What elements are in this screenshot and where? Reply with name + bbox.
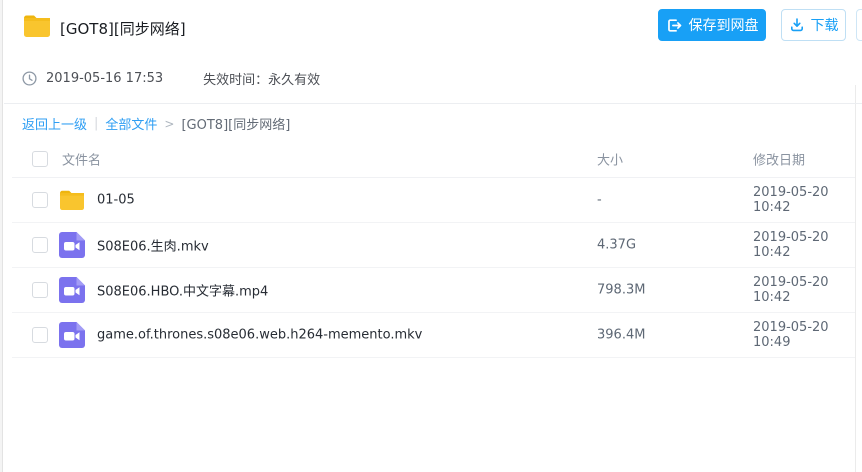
- breadcrumb-back-link[interactable]: 返回上一级: [22, 114, 87, 133]
- table-row[interactable]: S08E06.生肉.mkv 4.37G 2019-05-20 10:42: [12, 223, 855, 268]
- video-file-icon: [58, 231, 86, 259]
- save-button-label: 保存到网盘: [688, 18, 759, 34]
- video-file-icon: [58, 276, 86, 304]
- file-name[interactable]: S08E06.生肉.mkv: [97, 236, 209, 255]
- breadcrumb-all-files-link[interactable]: 全部文件: [105, 114, 157, 133]
- left-page-edge: [0, 0, 3, 472]
- row-checkbox[interactable]: [32, 327, 48, 343]
- table-row[interactable]: S08E06.HBO.中文字幕.mp4 798.3M 2019-05-20 10…: [12, 268, 855, 313]
- expiry-text: 失效时间：永久有效: [203, 73, 321, 88]
- row-checkbox[interactable]: [32, 192, 48, 208]
- file-modified: 2019-05-20 10:42: [753, 185, 829, 215]
- column-header-name: 文件名: [62, 153, 102, 168]
- file-size: -: [597, 192, 602, 208]
- breadcrumb: 返回上一级 | 全部文件 > [GOT8][同步网络]: [22, 114, 290, 133]
- folder-icon: [58, 186, 86, 214]
- cutoff-button[interactable]: [856, 9, 862, 41]
- file-name[interactable]: game.of.thrones.s08e06.web.h264-memento.…: [97, 328, 422, 343]
- share-time: 2019-05-16 17:53: [46, 71, 164, 86]
- save-to-netdisk-button[interactable]: 保存到网盘: [658, 9, 766, 41]
- panel-right-border: [855, 85, 856, 472]
- share-info-row: 2019-05-16 17:53 失效时间：永久有效: [22, 69, 320, 88]
- table-body: 01-05 - 2019-05-20 10:42 S08E06.生肉.mkv 4…: [12, 178, 855, 358]
- breadcrumb-separator: |: [94, 116, 99, 131]
- folder-icon: [22, 13, 52, 39]
- file-modified: 2019-05-20 10:49: [753, 320, 829, 350]
- download-button-label: 下载: [810, 18, 839, 34]
- file-size: 4.37G: [597, 237, 637, 253]
- video-file-icon: [58, 321, 86, 349]
- table-row[interactable]: 01-05 - 2019-05-20 10:42: [12, 178, 855, 223]
- table-row[interactable]: game.of.thrones.s08e06.web.h264-memento.…: [12, 313, 855, 358]
- file-modified: 2019-05-20 10:42: [753, 275, 829, 305]
- row-checkbox[interactable]: [32, 237, 48, 253]
- clock-icon: [22, 71, 37, 86]
- netdisk-share-page: [GOT8][同步网络] 保存到网盘 下载 2019-05-16 17:53 失…: [0, 0, 862, 472]
- file-name[interactable]: S08E06.HBO.中文字幕.mp4: [97, 281, 268, 300]
- column-header-modified: 修改日期: [753, 153, 806, 168]
- file-name[interactable]: 01-05: [97, 193, 135, 208]
- table-header-row: 文件名 大小 修改日期: [12, 140, 855, 178]
- page-title: [GOT8][同步网络]: [60, 20, 186, 38]
- select-all-checkbox[interactable]: [32, 150, 48, 167]
- file-modified: 2019-05-20 10:42: [753, 230, 829, 260]
- file-size: 396.4M: [597, 327, 646, 343]
- breadcrumb-arrow: >: [164, 116, 175, 131]
- download-icon: [789, 17, 805, 33]
- file-size: 798.3M: [597, 282, 646, 298]
- save-to-disk-icon: [666, 17, 683, 34]
- section-divider: [4, 103, 862, 104]
- row-checkbox[interactable]: [32, 282, 48, 298]
- column-header-size: 大小: [597, 153, 624, 168]
- download-button[interactable]: 下载: [781, 9, 846, 41]
- file-table: 文件名 大小 修改日期 01-05 - 2019-05-20 10:42 S08…: [12, 140, 855, 358]
- breadcrumb-current: [GOT8][同步网络]: [181, 118, 291, 133]
